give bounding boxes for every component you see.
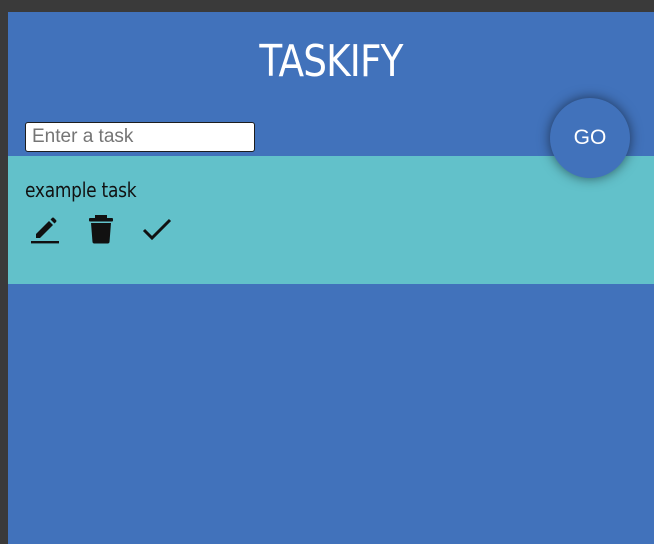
task-item: example task xyxy=(25,178,156,202)
task-list: example task xyxy=(8,156,654,284)
edit-icon[interactable] xyxy=(28,212,62,246)
window-frame-top xyxy=(0,0,654,12)
task-input[interactable] xyxy=(25,122,255,152)
go-button[interactable]: GO xyxy=(550,98,630,178)
task-actions xyxy=(28,212,174,246)
app-container: TASKIFY GO example task xyxy=(8,12,654,544)
task-text: example task xyxy=(25,178,137,202)
page-title: TASKIFY xyxy=(259,36,403,87)
delete-icon[interactable] xyxy=(84,212,118,246)
done-icon[interactable] xyxy=(140,212,174,246)
window-frame-left xyxy=(0,0,8,544)
